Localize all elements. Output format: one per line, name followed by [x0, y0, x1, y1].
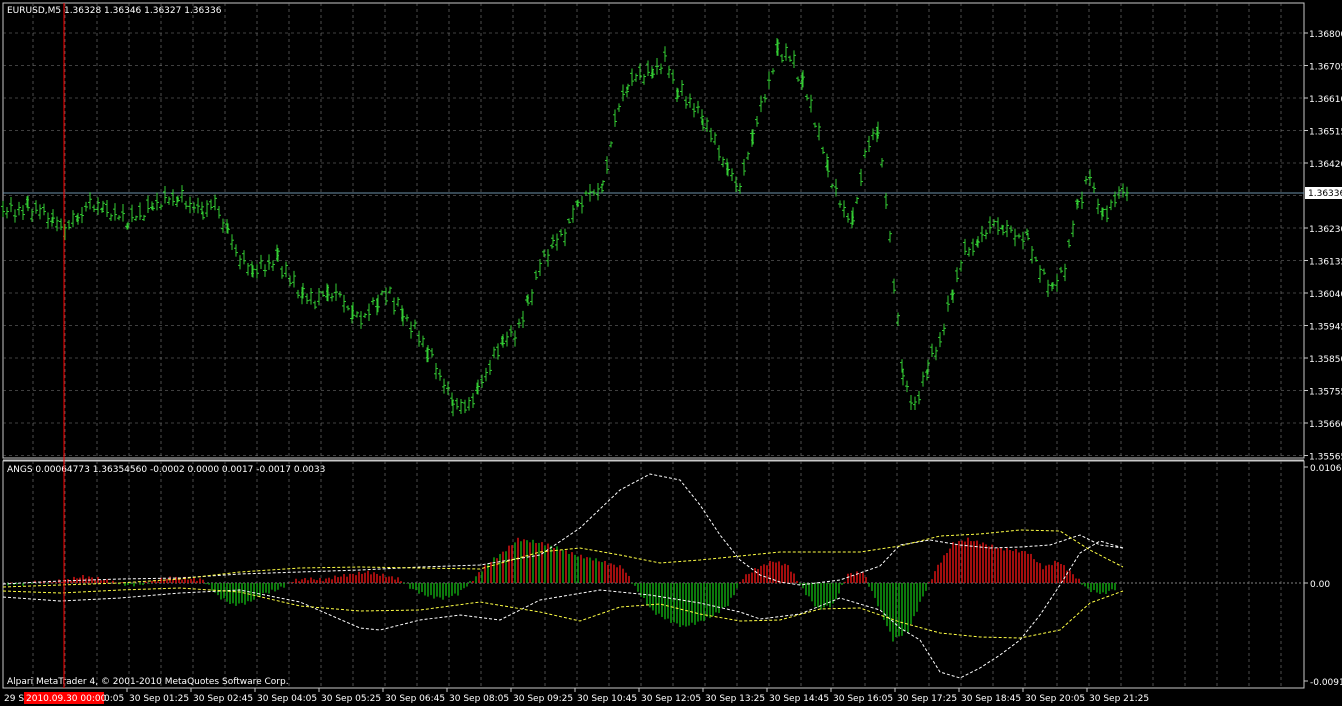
time-tick-label: 30 Sep 21:25: [1089, 694, 1149, 704]
current-price-label: 1.36336: [1305, 187, 1342, 199]
price-tick-label: 1.36230: [1309, 225, 1342, 235]
time-label-partial: 0:05: [104, 694, 124, 704]
time-tick-label: 30 Sep 12:05: [641, 694, 701, 704]
time-tick-label: 30 Sep 18:45: [961, 694, 1021, 704]
copyright-text: Alpari MetaTrader 4, © 2001-2010 MetaQuo…: [7, 677, 289, 687]
time-tick-label: 30 Sep 20:05: [1025, 694, 1085, 704]
indicator-tick-label: -0.0091: [1310, 678, 1342, 688]
price-tick-label: 1.35755: [1309, 388, 1342, 398]
time-tick-label: 30 Sep 06:45: [385, 694, 445, 704]
current-price-text: 1.36336: [1308, 189, 1342, 199]
time-tick-label: 30 Sep 13:25: [705, 694, 765, 704]
price-tick-label: 1.36420: [1309, 160, 1342, 170]
price-tick-label: 1.36705: [1309, 63, 1342, 73]
indicator-tick-label: 0.0106: [1310, 464, 1342, 474]
trading-chart[interactable]: EURUSD,M5 1.36328 1.36346 1.36327 1.3633…: [0, 0, 1342, 706]
time-tick-label: 30 Sep 14:45: [769, 694, 829, 704]
time-tick-label: 30 Sep 05:25: [321, 694, 381, 704]
time-label-first: 29 S: [4, 694, 24, 704]
price-tick-label: 1.35660: [1309, 420, 1342, 430]
price-tick-label: 1.36610: [1309, 95, 1342, 105]
price-tick-label: 1.35850: [1309, 355, 1342, 365]
price-tick-label: 1.36800: [1309, 30, 1342, 40]
time-tick-label: 30 Sep 04:05: [257, 694, 317, 704]
time-tick-label: 30 Sep 01:25: [129, 694, 189, 704]
price-tick-label: 1.35565: [1309, 453, 1342, 463]
symbol-info: EURUSD,M5 1.36328 1.36346 1.36327 1.3633…: [7, 6, 222, 16]
time-tick-label: 30 Sep 10:45: [577, 694, 637, 704]
indicator-info: ANGS 0.00064773 1.36354560 -0.0002 0.000…: [7, 465, 325, 475]
time-tick-label: 30 Sep 17:25: [897, 694, 957, 704]
time-tick-label: 30 Sep 02:45: [193, 694, 253, 704]
time-tick-label: 30 Sep 09:25: [513, 694, 573, 704]
time-label-highlight: 2010.09.30 00:00: [26, 694, 107, 704]
price-tick-label: 1.36515: [1309, 128, 1342, 138]
price-tick-label: 1.36135: [1309, 258, 1342, 268]
time-tick-label: 30 Sep 16:05: [833, 694, 893, 704]
price-tick-label: 1.35945: [1309, 323, 1342, 333]
indicator-tick-label: 0.00: [1310, 580, 1330, 590]
price-tick-label: 1.36040: [1309, 290, 1342, 300]
time-tick-label: 30 Sep 08:05: [449, 694, 509, 704]
